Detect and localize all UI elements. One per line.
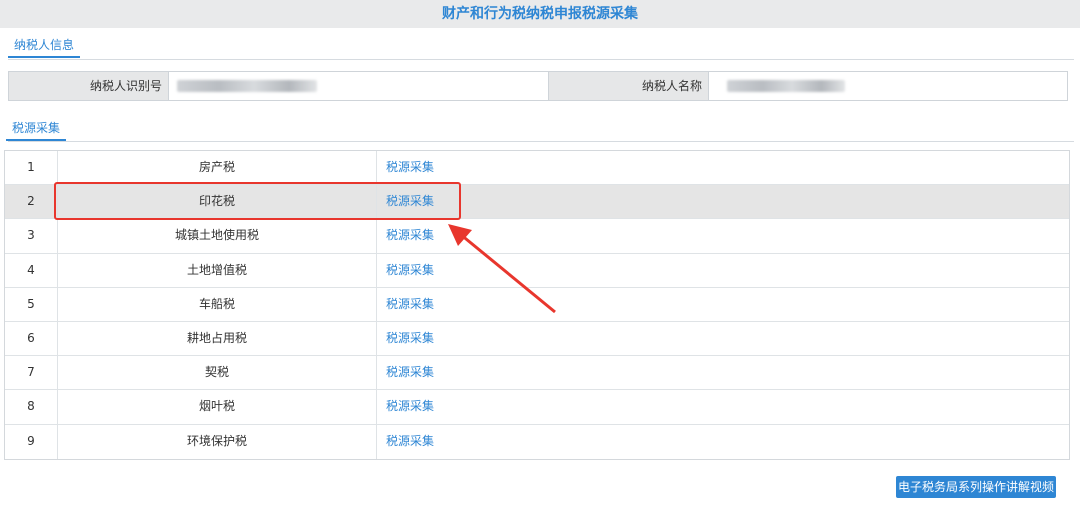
video-tutorial-button[interactable]: 电子税务局系列操作讲解视频 — [896, 476, 1056, 498]
tax-type-name: 印花税 — [58, 185, 377, 219]
tax-type-name: 城镇土地使用税 — [58, 219, 377, 253]
row-index: 1 — [5, 151, 58, 185]
source-collection-link[interactable]: 税源采集 — [377, 151, 1069, 184]
source-collection-link[interactable]: 税源采集 — [377, 322, 1069, 355]
source-collection-link[interactable]: 税源采集 — [377, 425, 1069, 459]
page-title: 财产和行为税纳税申报税源采集 — [0, 0, 1080, 28]
table-row[interactable]: 7 契税 税源采集 — [5, 356, 1069, 391]
taxpayer-id-value — [169, 72, 549, 100]
table-row[interactable]: 2 印花税 税源采集 — [5, 185, 1069, 220]
taxpayer-name-value — [709, 72, 1067, 100]
table-row[interactable]: 9 环境保护税 税源采集 — [5, 424, 1069, 459]
tax-type-name: 车船税 — [58, 287, 377, 321]
redacted-name — [727, 80, 845, 92]
tax-type-name: 契税 — [58, 356, 377, 390]
source-collection-link[interactable]: 税源采集 — [377, 254, 1069, 287]
tax-source-table: 1 房产税 税源采集 2 印花税 税源采集 3 城镇土地使用税 税源采集 4 土地增值税 税源采集 5 车… — [4, 150, 1070, 460]
row-index: 4 — [5, 253, 58, 287]
taxpayer-id-label: 纳税人识别号 — [9, 72, 169, 100]
row-index: 8 — [5, 390, 58, 424]
redacted-id — [177, 80, 317, 92]
table-row[interactable]: 4 土地增值税 税源采集 — [5, 253, 1069, 288]
taxpayer-info-panel: 纳税人识别号 纳税人名称 — [8, 71, 1068, 101]
table-row[interactable]: 6 耕地占用税 税源采集 — [5, 321, 1069, 357]
taxpayer-name-label: 纳税人名称 — [549, 72, 709, 100]
source-collection-link[interactable]: 税源采集 — [377, 356, 1069, 389]
row-index: 9 — [5, 424, 58, 459]
tax-type-name: 烟叶税 — [58, 390, 377, 424]
table-row[interactable]: 1 房产税 税源采集 — [5, 151, 1069, 186]
source-collection-link[interactable]: 税源采集 — [377, 185, 1069, 218]
row-index: 6 — [5, 321, 58, 356]
table-row[interactable]: 8 烟叶税 税源采集 — [5, 390, 1069, 425]
source-collection-link[interactable]: 税源采集 — [377, 219, 1069, 252]
tax-type-name: 房产税 — [58, 151, 377, 185]
table-row[interactable]: 5 车船税 税源采集 — [5, 287, 1069, 322]
tab-taxpayer-info[interactable]: 纳税人信息 — [8, 34, 81, 58]
source-collection-link[interactable]: 税源采集 — [377, 288, 1069, 321]
tab-divider — [8, 59, 1074, 60]
row-index: 3 — [5, 219, 58, 253]
source-collection-link[interactable]: 税源采集 — [377, 390, 1069, 423]
table-row[interactable]: 3 城镇土地使用税 税源采集 — [5, 219, 1069, 254]
row-index: 2 — [5, 185, 58, 219]
row-index: 7 — [5, 356, 58, 390]
tax-type-name: 土地增值税 — [58, 253, 377, 287]
row-index: 5 — [5, 287, 58, 321]
tax-type-name: 环境保护税 — [58, 424, 377, 459]
tab-source-collection[interactable]: 税源采集 — [6, 117, 67, 141]
tab-divider — [8, 141, 1074, 142]
tax-type-name: 耕地占用税 — [58, 321, 377, 356]
